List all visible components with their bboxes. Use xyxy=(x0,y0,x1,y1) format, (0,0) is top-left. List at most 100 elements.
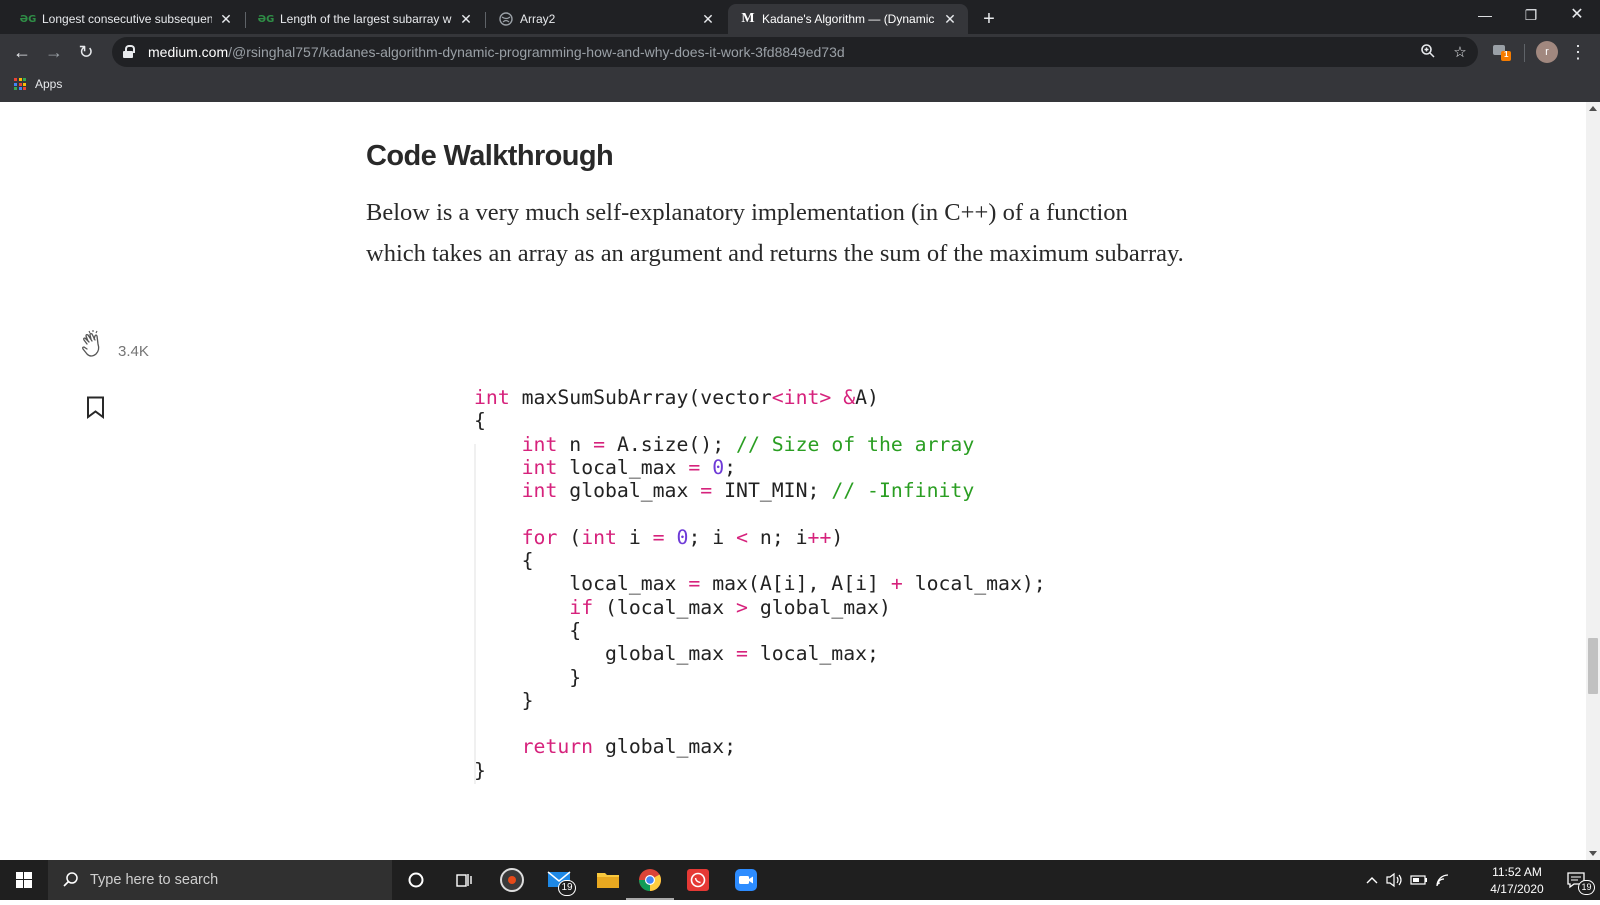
whatsapp-app[interactable] xyxy=(674,860,722,900)
clap-icon[interactable] xyxy=(78,330,108,360)
reload-button[interactable]: ↻ xyxy=(72,38,100,66)
gfg-favicon-icon: ƏG xyxy=(257,13,275,25)
globe-icon xyxy=(498,11,514,27)
code-line: { xyxy=(474,409,486,433)
notification-count: 19 xyxy=(1578,880,1595,895)
bookmark-icon[interactable] xyxy=(86,396,105,419)
forward-button[interactable]: → xyxy=(40,38,68,66)
close-tab-icon[interactable]: ✕ xyxy=(942,11,958,28)
close-tab-icon[interactable]: ✕ xyxy=(218,11,234,28)
tab-longest-consecutive[interactable]: ƏG Longest consecutive subsequenc ✕ xyxy=(8,4,244,34)
windows-logo-icon xyxy=(16,872,32,888)
media-player-app[interactable] xyxy=(488,860,536,900)
clock-time: 11:52 AM xyxy=(1492,865,1542,879)
code-line: } xyxy=(474,688,534,712)
search-placeholder: Type here to search xyxy=(90,872,219,888)
apps-label: Apps xyxy=(35,77,63,91)
code-line: return global_max; xyxy=(521,735,737,759)
cortana-circle-icon xyxy=(408,872,424,888)
scroll-down-arrow-icon[interactable] xyxy=(1589,851,1597,856)
tab-title: Length of the largest subarray wi xyxy=(280,12,452,26)
medium-favicon-icon: M xyxy=(741,11,755,26)
article-paragraph: Below is a very much self-explanatory im… xyxy=(366,199,1184,267)
url-path: /@rsinghal757/kadanes-algorithm-dynamic-… xyxy=(228,44,845,60)
task-view-icon xyxy=(456,874,472,887)
code-line: { xyxy=(474,549,534,573)
tab-array2[interactable]: Array2 ✕ xyxy=(486,4,726,34)
section-heading: Code Walkthrough xyxy=(366,140,614,172)
scrollbar-thumb[interactable] xyxy=(1588,638,1598,694)
cortana-button[interactable] xyxy=(392,860,440,900)
clap-count: 3.4K xyxy=(118,343,149,360)
page-scrollbar[interactable] xyxy=(1586,102,1600,860)
chevron-up-icon xyxy=(1366,877,1378,884)
new-tab-button[interactable]: + xyxy=(976,6,1002,32)
chrome-app[interactable] xyxy=(626,860,674,900)
url-host: medium.com xyxy=(148,44,229,60)
zoom-video-icon xyxy=(735,869,757,891)
file-explorer-app[interactable] xyxy=(584,860,632,900)
speaker-icon xyxy=(1386,872,1402,888)
search-icon xyxy=(63,872,78,887)
close-window-button[interactable]: ✕ xyxy=(1554,0,1600,30)
lock-icon xyxy=(122,45,136,59)
code-line: { xyxy=(474,618,582,642)
battery-icon xyxy=(1410,875,1427,885)
zoom-icon[interactable] xyxy=(1418,43,1438,63)
minimize-button[interactable]: — xyxy=(1462,0,1508,30)
tab-kadanes-algorithm[interactable]: M Kadane's Algorithm — (Dynamic ✕ xyxy=(728,4,968,34)
extension-badge: 1 xyxy=(1504,50,1509,59)
start-button[interactable] xyxy=(0,860,48,900)
mail-app[interactable]: 19 xyxy=(536,860,584,900)
code-line: if (local_max > global_max) xyxy=(569,595,891,619)
tab-strip: ƏG Longest consecutive subsequenc ✕ ƏG L… xyxy=(0,0,1600,34)
tab-title: Longest consecutive subsequenc xyxy=(42,12,212,26)
code-line: int global_max = INT_MIN; // -Infinity xyxy=(521,479,975,503)
article-page: Code Walkthrough Below is a very much se… xyxy=(0,102,1586,860)
scroll-up-arrow-icon[interactable] xyxy=(1589,106,1597,111)
code-line: int local_max = 0; xyxy=(521,455,737,479)
code-line: } xyxy=(474,758,486,782)
code-line: int n = A.size(); // Size of the array xyxy=(521,432,975,456)
tab-title: Kadane's Algorithm — (Dynamic xyxy=(762,12,935,26)
wifi-button[interactable] xyxy=(1432,860,1454,900)
restore-button[interactable]: ❐ xyxy=(1508,0,1554,30)
code-line: global_max = local_max; xyxy=(474,642,879,666)
chrome-icon xyxy=(639,869,661,891)
browser-toolbar: ← → ↻ medium.com/@rsinghal757/kadanes-al… xyxy=(0,34,1600,70)
bookmark-star-icon[interactable]: ☆ xyxy=(1450,43,1470,63)
battery-button[interactable] xyxy=(1408,860,1430,900)
code-line: } xyxy=(474,665,582,689)
close-tab-icon[interactable]: ✕ xyxy=(458,11,474,28)
gfg-favicon-icon: ƏG xyxy=(19,13,37,25)
volume-button[interactable] xyxy=(1384,860,1406,900)
address-bar[interactable]: medium.com/@rsinghal757/kadanes-algorith… xyxy=(112,37,1478,67)
show-hidden-icons-button[interactable] xyxy=(1362,860,1382,900)
wifi-icon xyxy=(1436,874,1449,887)
bookmarks-bar: Apps xyxy=(0,70,1600,102)
apps-shortcut[interactable]: Apps xyxy=(14,77,62,91)
zoom-app[interactable] xyxy=(722,860,770,900)
groove-music-icon xyxy=(500,868,524,892)
chrome-menu-icon[interactable]: ⋮ xyxy=(1568,38,1588,66)
whatsapp-icon xyxy=(687,869,709,891)
tab-title: Array2 xyxy=(520,12,556,26)
taskbar-search[interactable]: Type here to search xyxy=(48,860,392,900)
code-line: local_max = max(A[i], A[i] + local_max); xyxy=(474,572,1046,596)
taskbar-clock[interactable]: 11:52 AM 4/17/2020 xyxy=(1482,864,1552,898)
action-center-button[interactable]: 19 xyxy=(1556,860,1596,900)
code-block: int maxSumSubArray(vector<int> &A) { int… xyxy=(474,386,1094,798)
mail-badge: 19 xyxy=(558,880,576,896)
task-view-button[interactable] xyxy=(440,860,488,900)
clock-date: 4/17/2020 xyxy=(1490,882,1544,896)
close-tab-icon[interactable]: ✕ xyxy=(700,11,716,28)
apps-grid-icon xyxy=(14,78,26,90)
extension-icon[interactable]: 1 xyxy=(1490,40,1512,62)
code-listing: int maxSumSubArray(vector<int> &A) { int… xyxy=(474,386,1094,782)
code-line: int maxSumSubArray(vector<int> &A) xyxy=(474,386,879,409)
profile-avatar[interactable]: r xyxy=(1536,41,1558,63)
toolbar-divider xyxy=(1524,44,1525,62)
back-button[interactable]: ← xyxy=(8,38,36,66)
code-line: for (int i = 0; i < n; i++) xyxy=(521,525,844,549)
tab-largest-subarray[interactable]: ƏG Length of the largest subarray wi ✕ xyxy=(246,4,484,34)
